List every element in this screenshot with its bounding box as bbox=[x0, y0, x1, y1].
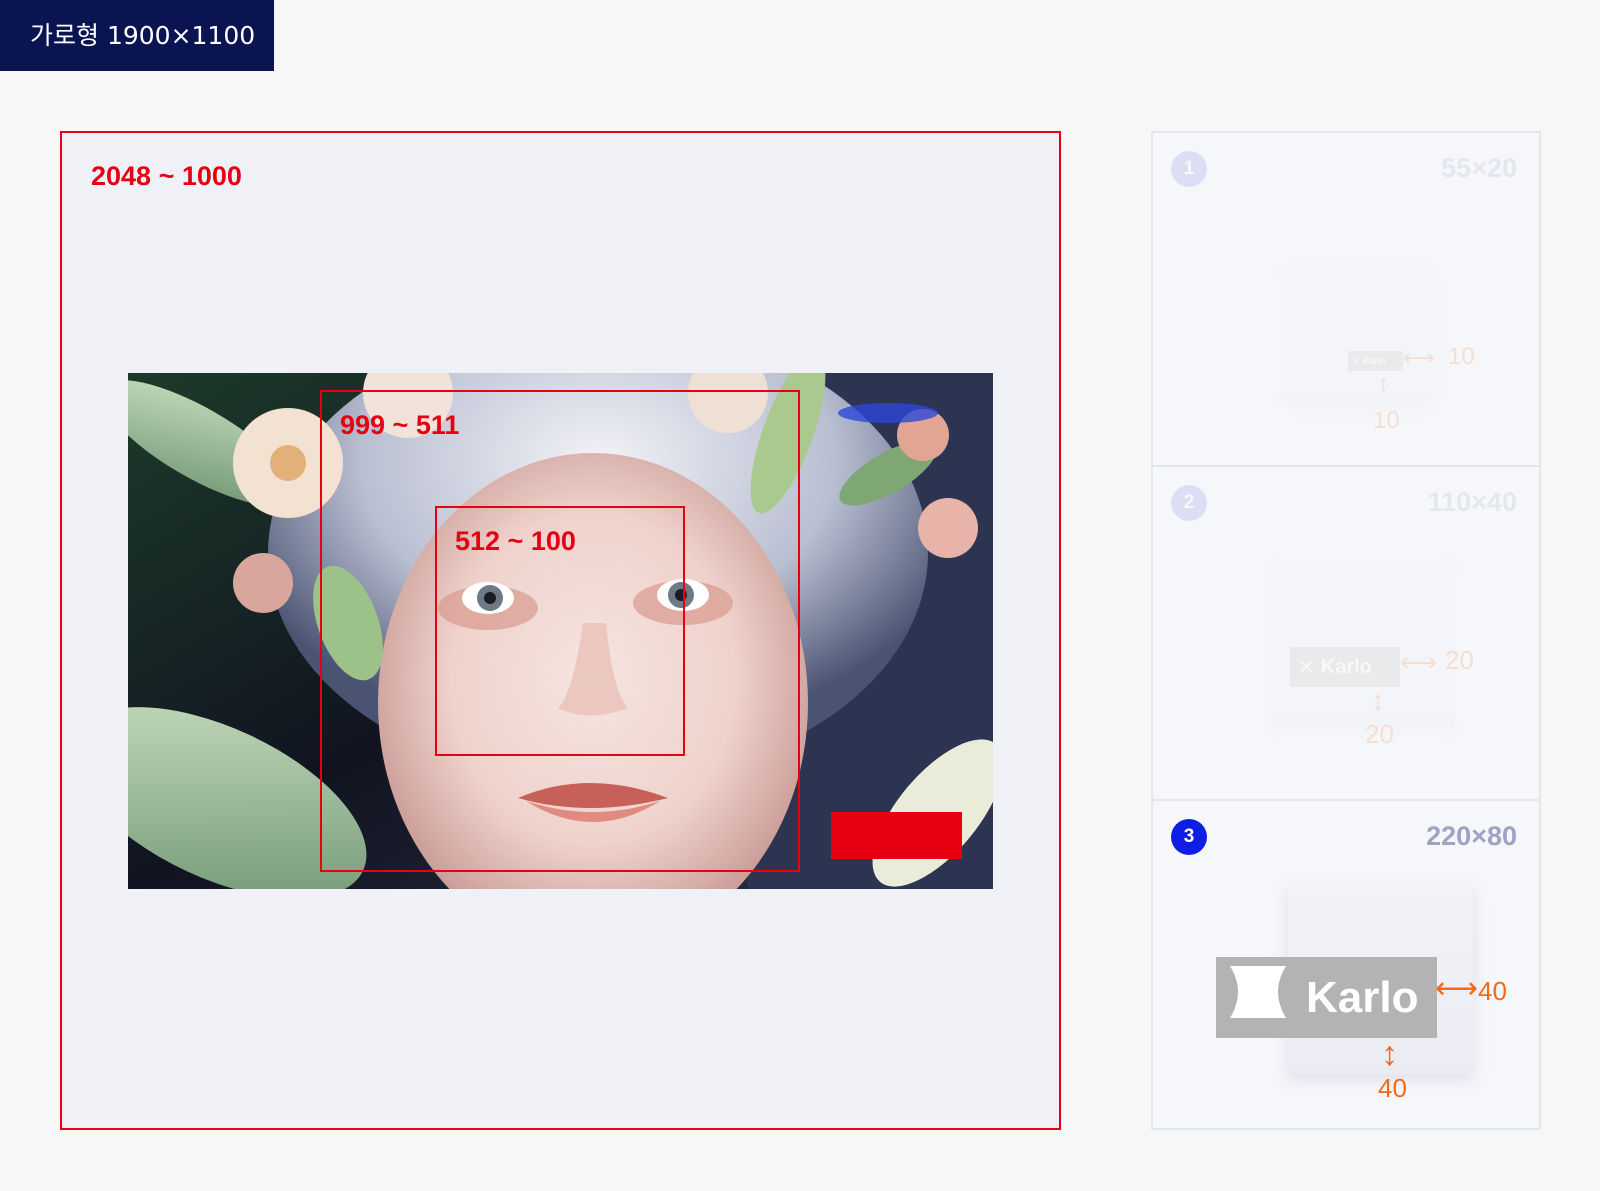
h-gap-label-3: 40 bbox=[1478, 976, 1507, 1006]
step-number-3: 3 bbox=[1171, 819, 1207, 855]
v-gap-label-3: 40 bbox=[1378, 1073, 1407, 1103]
v-gap-arrow-2: ↕ bbox=[1371, 685, 1385, 716]
step-size-label-1: 55×20 bbox=[1441, 153, 1517, 183]
h-gap-arrow-2: ⟷ bbox=[1400, 647, 1438, 677]
crop-box-512: 512 ~ 100 bbox=[435, 506, 685, 756]
h-gap-label-2: 20 bbox=[1445, 645, 1474, 675]
step-size-label-3: 220×80 bbox=[1426, 821, 1517, 851]
preview-area-2 bbox=[1273, 557, 1453, 727]
v-gap-arrow-3: ↕ bbox=[1381, 1035, 1398, 1073]
v-gap-arrow-1: ↕ bbox=[1378, 371, 1389, 396]
karlo-text: Karlo bbox=[1362, 356, 1386, 366]
step-number-2: 2 bbox=[1171, 485, 1207, 521]
header-tag: 가로형 1900×1100 bbox=[0, 0, 274, 71]
step-card-2: 2 110×40 ✕ Karlo ⟷ 20 ↕ 20 bbox=[1151, 465, 1541, 801]
h-gap-label-1: 10 bbox=[1448, 343, 1475, 370]
karlo-logo-small: ✕ Karlo bbox=[1348, 351, 1403, 371]
step-size-label-2: 110×40 bbox=[1427, 487, 1517, 517]
karlo-mark-icon: ✕ bbox=[1352, 355, 1361, 367]
h-gap-arrow-3: ⟷ bbox=[1435, 972, 1479, 1005]
h-gap-arrow-1: ⟷ bbox=[1403, 345, 1435, 370]
v-gap-label-2: 20 bbox=[1365, 719, 1394, 749]
range-label-2048: 2048 ~ 1000 bbox=[91, 161, 242, 191]
step-card-1: 1 55×20 ✕ Karlo ⟷ 10 ↕ 10 bbox=[1151, 131, 1541, 467]
karlo-logo-large: Karlo bbox=[1216, 957, 1437, 1038]
step-card-3: 3 220×80 Karlo ⟷ 40 ↕ 40 bbox=[1151, 799, 1541, 1130]
karlo-logo-medium: ✕ Karlo bbox=[1290, 647, 1400, 687]
karlo-mark-icon: ✕ bbox=[1298, 656, 1315, 679]
step-number-1: 1 bbox=[1171, 151, 1207, 187]
range-label-512: 512 ~ 100 bbox=[455, 526, 576, 556]
karlo-text: Karlo bbox=[1306, 972, 1419, 1022]
v-gap-label-1: 10 bbox=[1373, 407, 1400, 434]
range-label-999: 999 ~ 511 bbox=[340, 410, 460, 440]
preview-area-1 bbox=[1283, 263, 1433, 403]
logo-placeholder bbox=[831, 812, 962, 859]
karlo-mark-icon bbox=[1230, 966, 1286, 1029]
karlo-text: Karlo bbox=[1320, 655, 1372, 678]
